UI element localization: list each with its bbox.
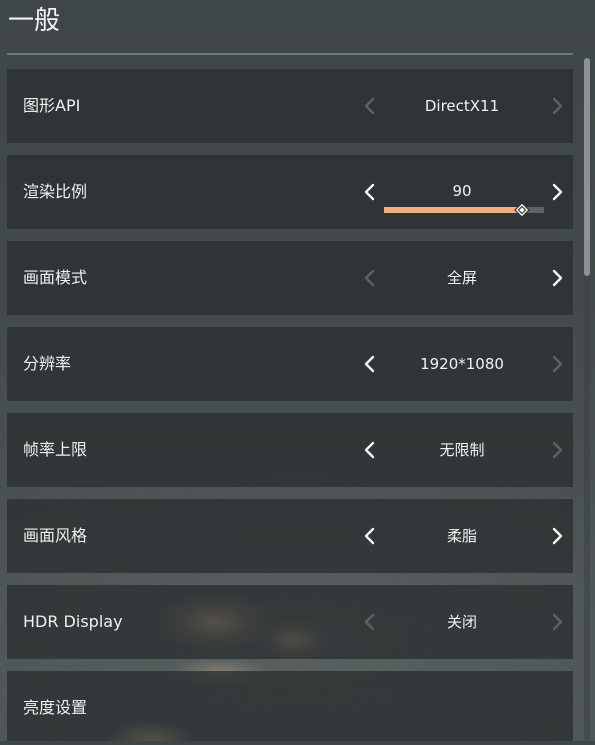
header-divider — [7, 53, 573, 55]
settings-header: 一般 — [0, 0, 580, 56]
setting-row-graphics-api: 图形API DirectX11 — [7, 69, 573, 143]
chevron-right-icon[interactable] — [545, 438, 569, 462]
setting-label: HDR Display — [23, 612, 123, 631]
setting-label: 图形API — [23, 96, 81, 115]
setting-label: 帧率上限 — [23, 440, 88, 459]
diamond-handle-icon[interactable] — [513, 202, 530, 218]
setting-value: DirectX11 — [424, 97, 500, 115]
chevron-left-icon[interactable] — [358, 524, 382, 548]
setting-label: 分辨率 — [23, 354, 72, 373]
chevron-left-icon[interactable] — [358, 438, 382, 462]
chevron-right-icon[interactable] — [545, 94, 569, 118]
setting-value: 无限制 — [439, 441, 485, 459]
chevron-left-icon[interactable] — [358, 180, 382, 204]
setting-value: 全屏 — [446, 269, 477, 287]
setting-row-hdr-display: HDR Display 关闭 — [7, 585, 573, 659]
setting-label: 画面模式 — [23, 268, 88, 287]
slider-fill — [384, 207, 522, 213]
setting-value: 关闭 — [446, 613, 477, 631]
setting-label: 亮度设置 — [23, 698, 88, 717]
setting-row-resolution: 分辨率 1920*1080 — [7, 327, 573, 401]
scrollbar-thumb[interactable] — [584, 58, 590, 276]
setting-row-brightness[interactable]: 亮度设置 — [7, 671, 573, 741]
chevron-right-icon[interactable] — [545, 352, 569, 376]
section-title: 一般 — [8, 6, 61, 36]
chevron-left-icon[interactable] — [358, 266, 382, 290]
setting-value: 1920*1080 — [420, 355, 504, 373]
chevron-left-icon[interactable] — [358, 610, 382, 634]
chevron-right-icon[interactable] — [545, 180, 569, 204]
chevron-right-icon[interactable] — [545, 610, 569, 634]
setting-value: 柔脂 — [446, 527, 477, 545]
chevron-right-icon[interactable] — [545, 524, 569, 548]
chevron-right-icon[interactable] — [545, 266, 569, 290]
chevron-left-icon[interactable] — [358, 352, 382, 376]
setting-label: 渲染比例 — [23, 182, 88, 201]
render-scale-slider[interactable] — [384, 202, 544, 218]
setting-row-frame-limit: 帧率上限 无限制 — [7, 413, 573, 487]
setting-row-render-scale: 渲染比例 90 — [7, 155, 573, 229]
setting-value: 90 — [452, 182, 472, 200]
vertical-scrollbar[interactable] — [584, 58, 590, 741]
setting-row-display-mode: 画面模式 全屏 — [7, 241, 573, 315]
chevron-left-icon[interactable] — [358, 94, 382, 118]
setting-label: 画面风格 — [23, 526, 88, 545]
setting-row-visual-style: 画面风格 柔脂 — [7, 499, 573, 573]
